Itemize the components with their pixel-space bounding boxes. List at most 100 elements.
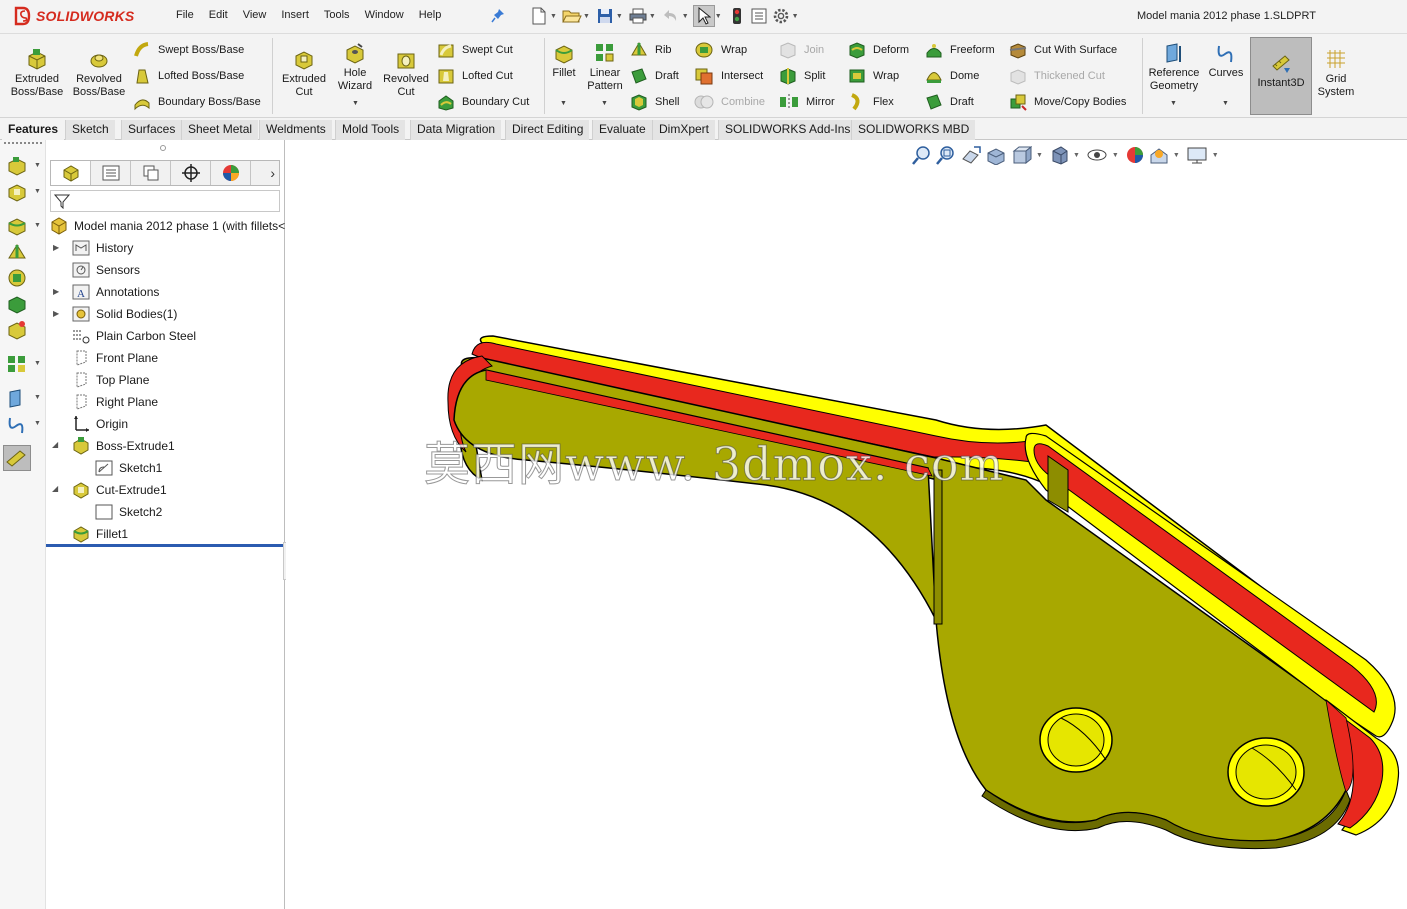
tab-mold-tools[interactable]: Mold Tools <box>335 120 406 140</box>
solidworks-logo[interactable]: SOLIDWORKS <box>14 2 134 30</box>
tree-item-history[interactable]: History <box>72 238 133 258</box>
chevron-down-icon[interactable]: ▼ <box>715 13 722 20</box>
draft2-button[interactable]: Draft <box>925 92 974 112</box>
reference-geometry-icon[interactable] <box>6 388 28 408</box>
fillet-button[interactable]: Fillet <box>548 42 580 80</box>
chevron-down-icon[interactable]: ▼ <box>34 420 41 427</box>
save-icon[interactable] <box>594 5 616 27</box>
menu-tools[interactable]: Tools <box>324 9 350 21</box>
open-folder-icon[interactable] <box>561 5 583 27</box>
tab-solidworks-mbd[interactable]: SOLIDWORKS MBD <box>851 120 976 140</box>
tree-item-boss-extrude1[interactable]: Boss-Extrude1 <box>72 436 175 456</box>
undo-icon[interactable] <box>660 5 682 27</box>
chevron-right-icon[interactable]: › <box>251 161 279 185</box>
extruded-boss-icon[interactable] <box>6 156 28 176</box>
instant3d-button[interactable]: Instant3D <box>1250 37 1312 115</box>
rebuild-traffic-light-icon[interactable] <box>726 5 748 27</box>
drag-handle[interactable] <box>4 142 42 144</box>
options-gear-icon[interactable] <box>770 5 792 27</box>
new-document-icon[interactable] <box>528 5 550 27</box>
linear-pattern-button[interactable]: Linear Pattern <box>584 42 626 93</box>
chevron-down-icon[interactable]: ▼ <box>792 13 799 20</box>
tab-dimxpert[interactable]: DimXpert <box>652 120 716 140</box>
chevron-down-icon[interactable]: ▼ <box>550 13 557 20</box>
linear-pattern-icon[interactable] <box>6 354 28 374</box>
chevron-down-icon[interactable]: ▼ <box>34 188 41 195</box>
split-button[interactable]: Split <box>779 66 825 86</box>
extruded-cut-button[interactable]: Extruded Cut <box>277 48 331 99</box>
move-copy-bodies-button[interactable]: Move/Copy Bodies <box>1009 92 1126 112</box>
tab-weldments[interactable]: Weldments <box>259 120 332 140</box>
swept-boss-button[interactable]: Swept Boss/Base <box>133 40 244 60</box>
chevron-down-icon[interactable]: ▼ <box>616 13 623 20</box>
tree-item-origin[interactable]: Origin <box>72 414 128 434</box>
tree-item-material[interactable]: Plain Carbon Steel <box>72 326 196 346</box>
expand-arrow-icon[interactable]: ▶ <box>53 287 59 296</box>
tab-sheet-metal[interactable]: Sheet Metal <box>181 120 259 140</box>
3d-grid-system-button[interactable]: Grid System <box>1316 48 1356 99</box>
intersect-button[interactable]: Intersect <box>694 66 763 86</box>
instant3d-toggle[interactable] <box>3 445 31 471</box>
lofted-cut-button[interactable]: Lofted Cut <box>437 66 513 86</box>
chevron-down-icon[interactable]: ▼ <box>682 13 689 20</box>
panel-collapse-handle[interactable] <box>160 145 166 151</box>
freeform-button[interactable]: Freeform <box>925 40 995 60</box>
tab-data-migration[interactable]: Data Migration <box>410 120 502 140</box>
deform-button[interactable]: Deform <box>848 40 909 60</box>
rib-button[interactable]: Rib <box>630 40 672 60</box>
tree-item-solid-bodies[interactable]: Solid Bodies(1) <box>72 304 177 324</box>
curves-icon[interactable] <box>6 414 28 434</box>
graphics-area[interactable]: ▼ ▼ ▼ ▼ ▼ 莫西网www. 3dmox. com <box>286 140 1407 909</box>
property-manager-tab[interactable] <box>91 161 131 185</box>
chevron-down-icon[interactable]: ▼ <box>1170 100 1177 107</box>
tree-item-sensors[interactable]: Sensors <box>72 260 140 280</box>
tree-item-fillet1[interactable]: Fillet1 <box>72 524 128 544</box>
draft-button[interactable]: Draft <box>630 66 679 86</box>
cut-with-surface-button[interactable]: Cut With Surface <box>1009 40 1117 60</box>
tab-direct-editing[interactable]: Direct Editing <box>505 120 590 140</box>
tab-evaluate[interactable]: Evaluate <box>592 120 652 140</box>
reference-geometry-button[interactable]: Reference Geometry <box>1146 42 1202 93</box>
fillet-icon[interactable] <box>6 216 28 236</box>
extruded-boss-button[interactable]: Extruded Boss/Base <box>8 48 66 99</box>
tree-item-top-plane[interactable]: Top Plane <box>72 370 149 390</box>
tree-item-front-plane[interactable]: Front Plane <box>72 348 158 368</box>
menu-window[interactable]: Window <box>365 9 404 21</box>
print-icon[interactable] <box>627 5 649 27</box>
chevron-down-icon[interactable]: ▼ <box>649 13 656 20</box>
revolved-boss-button[interactable]: Revolved Boss/Base <box>70 48 128 99</box>
chevron-down-icon[interactable]: ▼ <box>34 222 41 229</box>
chevron-down-icon[interactable]: ▼ <box>560 100 567 107</box>
tree-root-part[interactable]: Model mania 2012 phase 1 (with fillets< <box>50 216 285 236</box>
file-properties-icon[interactable] <box>748 5 770 27</box>
boundary-boss-button[interactable]: Boundary Boss/Base <box>133 92 261 112</box>
extruded-cut-icon[interactable] <box>6 182 28 202</box>
tree-item-cut-extrude1[interactable]: Cut-Extrude1 <box>72 480 167 500</box>
menu-edit[interactable]: Edit <box>209 9 228 21</box>
shell-button[interactable]: Shell <box>630 92 679 112</box>
hole-wizard-button[interactable]: Hole Wizard <box>333 42 377 93</box>
tab-features[interactable]: Features <box>2 120 65 140</box>
chevron-down-icon[interactable]: ▼ <box>34 162 41 169</box>
tab-surfaces[interactable]: Surfaces <box>121 120 182 140</box>
expand-arrow-icon[interactable]: ▶ <box>53 309 59 318</box>
tree-item-sketch1[interactable]: Sketch1 <box>95 458 162 478</box>
menu-help[interactable]: Help <box>419 9 442 21</box>
tree-item-sketch2[interactable]: Sketch2 <box>95 502 162 522</box>
tab-sketch[interactable]: Sketch <box>65 120 115 140</box>
wrap2-button[interactable]: Wrap <box>848 66 899 86</box>
pin-icon[interactable] <box>491 8 505 24</box>
rib-icon[interactable] <box>6 242 28 262</box>
collapse-arrow-icon[interactable]: ◢ <box>52 484 58 493</box>
mirror-button[interactable]: Mirror <box>779 92 835 112</box>
tab-solidworks-add-ins[interactable]: SOLIDWORKS Add-Ins <box>718 120 857 140</box>
display-manager-tab[interactable] <box>211 161 251 185</box>
menu-view[interactable]: View <box>243 9 267 21</box>
draft-icon[interactable] <box>6 320 28 340</box>
tree-filter-field[interactable] <box>50 190 280 212</box>
rollback-bar[interactable] <box>46 544 283 547</box>
part-model-render[interactable] <box>286 140 1407 909</box>
configuration-manager-tab[interactable] <box>131 161 171 185</box>
chevron-down-icon[interactable]: ▼ <box>352 100 359 107</box>
chevron-down-icon[interactable]: ▼ <box>583 13 590 20</box>
